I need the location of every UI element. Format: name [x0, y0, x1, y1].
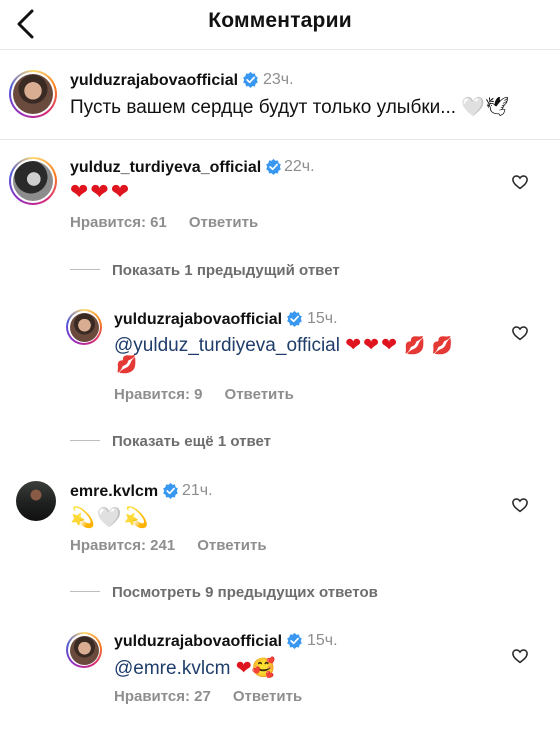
comment-username[interactable]: yulduz_turdiyeva_official [70, 158, 282, 177]
caption-username[interactable]: yulduzrajabovaofficial [70, 71, 259, 90]
reply-button[interactable]: Ответить [189, 214, 258, 231]
verified-badge-icon [266, 158, 281, 175]
likes-count[interactable]: Нравится: 9 [114, 386, 203, 403]
mention-link[interactable]: @yulduz_turdiyeva_official [114, 335, 340, 356]
reply-username[interactable]: yulduzrajabovaofficial [114, 310, 303, 329]
caption-emoji: 🤍🕊 [461, 96, 510, 118]
comment-text: ❤❤❤ [70, 180, 132, 205]
comment-time: 22ч. [284, 158, 315, 175]
heart-outline-icon[interactable] [511, 647, 529, 665]
reply-time: 15ч. [307, 310, 338, 327]
avatar[interactable] [9, 70, 57, 118]
reply-text: @emre.kvlcm ❤🥰 [114, 656, 275, 680]
reply-hearts: ❤❤❤ [345, 334, 399, 356]
caption-text: Пусть вашем сердце будут только улыбки..… [70, 96, 510, 118]
comment-meta: Нравится: 241 Ответить [70, 537, 267, 554]
reply-kisses: 💋💋 [404, 336, 459, 356]
reply-text: @yulduz_turdiyeva_official ❤❤❤ 💋💋 [114, 334, 459, 357]
reply-kiss-wrap: 💋 [116, 355, 138, 375]
likes-count[interactable]: Нравится: 241 [70, 537, 175, 554]
mention-link[interactable]: @emre.kvlcm [114, 658, 230, 679]
heart-outline-icon[interactable] [511, 496, 529, 514]
reply-username[interactable]: yulduzrajabovaofficial [114, 632, 303, 651]
thread-divider [70, 440, 100, 441]
post-caption: yulduzrajabovaofficial 23ч. Пусть вашем … [0, 50, 560, 140]
reply-button[interactable]: Ответить [233, 688, 302, 705]
avatar[interactable] [9, 157, 57, 205]
avatar[interactable] [66, 632, 102, 668]
verified-badge-icon [287, 310, 302, 327]
verified-badge-icon [163, 482, 178, 499]
caption-time: 23ч. [263, 71, 294, 88]
heart-outline-icon[interactable] [511, 173, 529, 191]
top-bar: Комментарии [0, 0, 560, 50]
comment-username[interactable]: emre.kvlcm [70, 482, 179, 501]
reply-emoji: ❤🥰 [235, 657, 276, 679]
reply-meta: Нравится: 9 Ответить [114, 386, 294, 403]
show-previous-replies[interactable]: Показать 1 предыдущий ответ [70, 262, 340, 279]
likes-count[interactable]: Нравится: 27 [114, 688, 211, 705]
verified-badge-icon [243, 71, 258, 88]
page-title: Комментарии [208, 9, 352, 32]
avatar[interactable] [16, 481, 56, 521]
comment-time: 21ч. [182, 482, 213, 499]
likes-count[interactable]: Нравится: 61 [70, 214, 167, 231]
reply-meta: Нравится: 27 Ответить [114, 688, 302, 705]
reply-button[interactable]: Ответить [197, 537, 266, 554]
avatar[interactable] [66, 309, 102, 345]
view-previous-replies[interactable]: Посмотреть 9 предыдущих ответов [70, 584, 378, 601]
thread-divider [70, 591, 100, 592]
verified-badge-icon [287, 632, 302, 649]
reply-time: 15ч. [307, 632, 338, 649]
thread-divider [70, 269, 100, 270]
heart-outline-icon[interactable] [511, 324, 529, 342]
show-more-replies[interactable]: Показать ещё 1 ответ [70, 433, 271, 450]
reply-button[interactable]: Ответить [225, 386, 294, 403]
comment-meta: Нравится: 61 Ответить [70, 214, 258, 231]
comment-text: 💫🤍💫 [70, 505, 151, 529]
